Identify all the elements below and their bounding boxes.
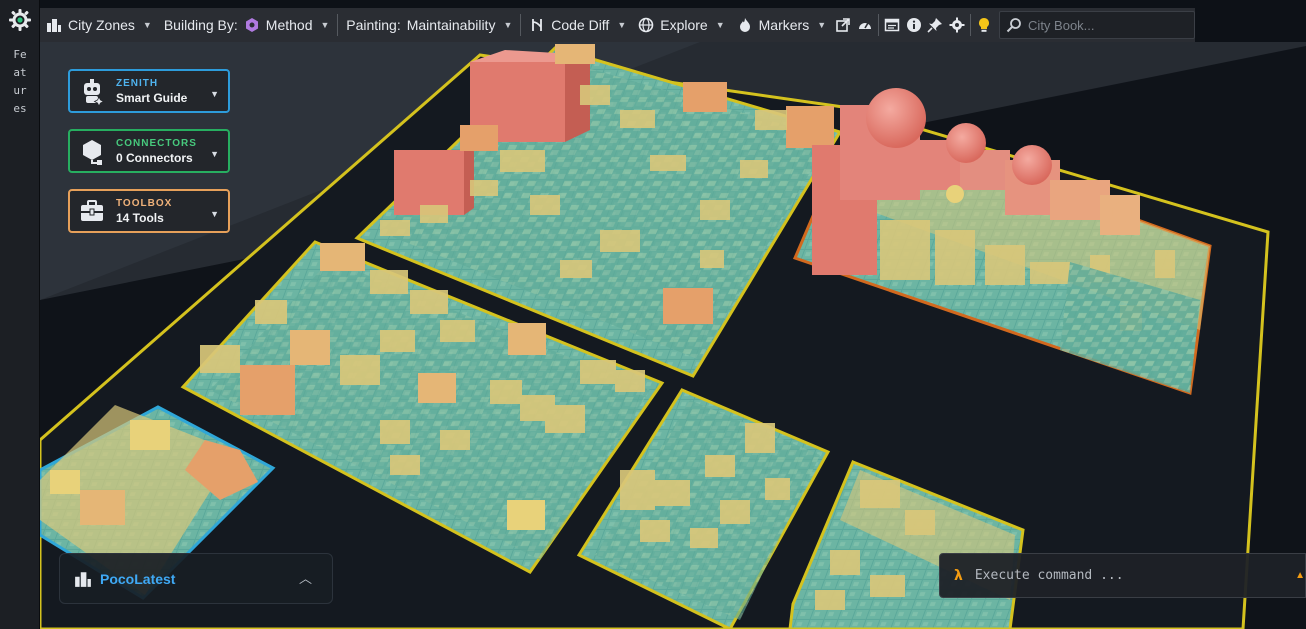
card-text: TOOLBOX 14 Tools	[116, 198, 172, 225]
painting-value: Maintainability	[406, 17, 496, 33]
lightbulb-icon	[979, 18, 990, 32]
card-subtitle: 14 Tools	[116, 210, 164, 225]
building-warm[interactable]	[240, 365, 295, 415]
external-link-button[interactable]	[832, 8, 854, 42]
tips-button[interactable]	[973, 8, 995, 42]
toolbar-divider	[970, 14, 972, 36]
chevron-down-icon[interactable]: ▼	[210, 149, 219, 159]
card-title: TOOLBOX	[116, 197, 173, 209]
chevron-down-icon: ▼	[320, 20, 330, 30]
features-vertical-label[interactable]: Features	[13, 46, 27, 118]
chevron-down-icon: ▼	[503, 20, 513, 30]
painting-menu[interactable]: Painting: Maintainability ▼	[340, 8, 518, 42]
command-expand-icon[interactable]: ▲	[1295, 570, 1305, 581]
app-window: Features City Zones ▼ Building By: Metho…	[0, 0, 1306, 629]
code-diff-icon	[532, 19, 543, 31]
left-sidebar: Features	[0, 0, 40, 629]
search-input[interactable]	[1028, 17, 1189, 33]
dome-marker[interactable]	[1012, 145, 1052, 185]
info-button[interactable]	[903, 8, 925, 42]
city-zones-label: City Zones	[68, 17, 135, 33]
connectors-card[interactable]: CONNECTORS 0 Connectors ▼	[68, 129, 230, 173]
chevron-down-icon: ▼	[715, 20, 725, 30]
card-subtitle: 0 Connectors	[116, 150, 193, 165]
toolbox-card[interactable]: TOOLBOX 14 Tools ▼	[68, 189, 230, 233]
search-icon	[1006, 18, 1021, 33]
card-text: ZENITH Smart Guide	[116, 78, 187, 105]
dashboard-button[interactable]	[854, 8, 876, 42]
chevron-down-icon[interactable]: ▼	[210, 209, 219, 219]
project-panel[interactable]: PocoLatest ︿	[59, 553, 333, 604]
explore-label: Explore	[660, 17, 708, 33]
code-diff-label: Code Diff	[551, 17, 610, 33]
robot-icon	[84, 79, 105, 105]
chevron-down-icon: ▼	[142, 20, 152, 30]
command-bar[interactable]: λ ▲	[939, 553, 1306, 598]
settings-button[interactable]	[946, 8, 968, 42]
card-text: CONNECTORS 0 Connectors	[116, 138, 197, 165]
chevron-down-icon: ▼	[617, 20, 627, 30]
external-link-icon	[836, 18, 850, 32]
pin-icon	[927, 18, 943, 33]
window-button[interactable]	[881, 8, 903, 42]
info-icon	[906, 18, 921, 32]
chevron-down-icon: ▼	[817, 20, 827, 30]
markers-menu[interactable]: Markers ▼	[731, 8, 832, 42]
gauge-icon	[858, 22, 871, 29]
explore-globe-icon	[638, 17, 654, 33]
city-zones-menu[interactable]: City Zones ▼	[40, 8, 158, 42]
command-input[interactable]	[974, 568, 1275, 583]
building-by-label: Building By:	[163, 17, 238, 33]
pin-button[interactable]	[925, 8, 947, 42]
dome-marker[interactable]	[866, 88, 926, 148]
window-icon	[884, 18, 899, 32]
chevron-down-icon[interactable]: ▼	[210, 89, 219, 99]
building-by-value: Method	[265, 17, 313, 33]
chevron-up-icon[interactable]: ︿	[299, 568, 312, 587]
painting-label: Painting:	[346, 17, 401, 33]
dome-marker[interactable]	[946, 123, 986, 163]
gear-icon	[949, 17, 965, 33]
plug-icon	[83, 140, 102, 165]
lambda-icon: λ	[954, 567, 963, 584]
city-book-search[interactable]	[999, 11, 1196, 39]
card-subtitle: Smart Guide	[116, 90, 188, 105]
toolbar-divider	[337, 14, 339, 36]
building-warm[interactable]	[663, 288, 713, 324]
flame-marker-icon	[739, 18, 750, 32]
markers-label: Markers	[758, 17, 810, 33]
city-icon	[47, 19, 61, 32]
code-city-3d-view[interactable]	[40, 42, 1306, 629]
code-diff-menu[interactable]: Code Diff ▼	[523, 8, 632, 42]
toolbar-divider	[520, 14, 522, 36]
gear-logo-icon[interactable]	[8, 8, 32, 32]
city-icon	[75, 571, 91, 587]
project-name: PocoLatest	[100, 570, 176, 587]
card-title: CONNECTORS	[116, 137, 197, 149]
explore-menu[interactable]: Explore ▼	[632, 8, 730, 42]
toolbox-icon	[81, 200, 103, 221]
zenith-smart-guide-card[interactable]: ZENITH Smart Guide ▼	[68, 69, 230, 113]
top-toolbar: City Zones ▼ Building By: Method ▼ Paint…	[40, 8, 1196, 42]
toolbar-divider	[877, 14, 879, 36]
building-warm[interactable]	[786, 106, 834, 148]
building-by-menu[interactable]: Building By: Method ▼	[158, 8, 336, 42]
method-hexagon-icon	[245, 18, 258, 32]
card-title: ZENITH	[116, 77, 159, 89]
